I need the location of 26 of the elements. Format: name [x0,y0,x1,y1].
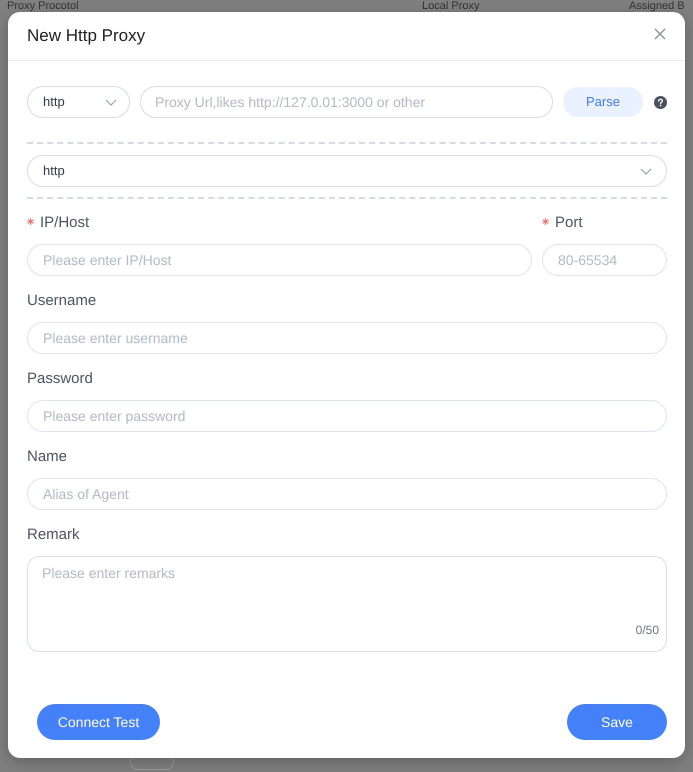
input-field[interactable]: Please enter username [27,322,667,354]
input-field[interactable]: Please enter password [27,400,667,432]
input-field[interactable]: 80-65534 [542,244,667,276]
proxy-url-field[interactable]: Proxy Url,likes http://127.0.01:3000 or other [140,86,553,118]
field-label: Name [27,446,68,467]
dialog-title: New Http Proxy [27,25,146,48]
field-label: Port [555,212,583,233]
close-icon[interactable] [654,28,666,40]
field-label: Username [27,290,96,311]
parse-button[interactable]: Parse [563,87,643,117]
chevron-down-icon [640,168,652,174]
connect-test-button[interactable]: Connect Test [37,704,160,740]
protocol-dropdown[interactable]: http [27,155,667,187]
help-icon[interactable] [654,96,667,108]
save-button[interactable]: Save [567,704,667,740]
character-counter: 0/50 [636,624,659,636]
field-label: Password [27,368,93,389]
field-label: Remark [27,524,80,545]
protocol-dropdown[interactable]: http [27,86,130,118]
input-field[interactable]: Alias of Agent [27,478,667,510]
chevron-down-icon [105,98,117,106]
input-field[interactable]: Please enter IP/Host [27,244,532,276]
column-header: Assigned B [629,0,685,12]
column-header: Proxy Procotol [7,0,80,12]
column-header: Local Proxy [422,0,480,12]
field-label: IP/Host [40,212,90,233]
